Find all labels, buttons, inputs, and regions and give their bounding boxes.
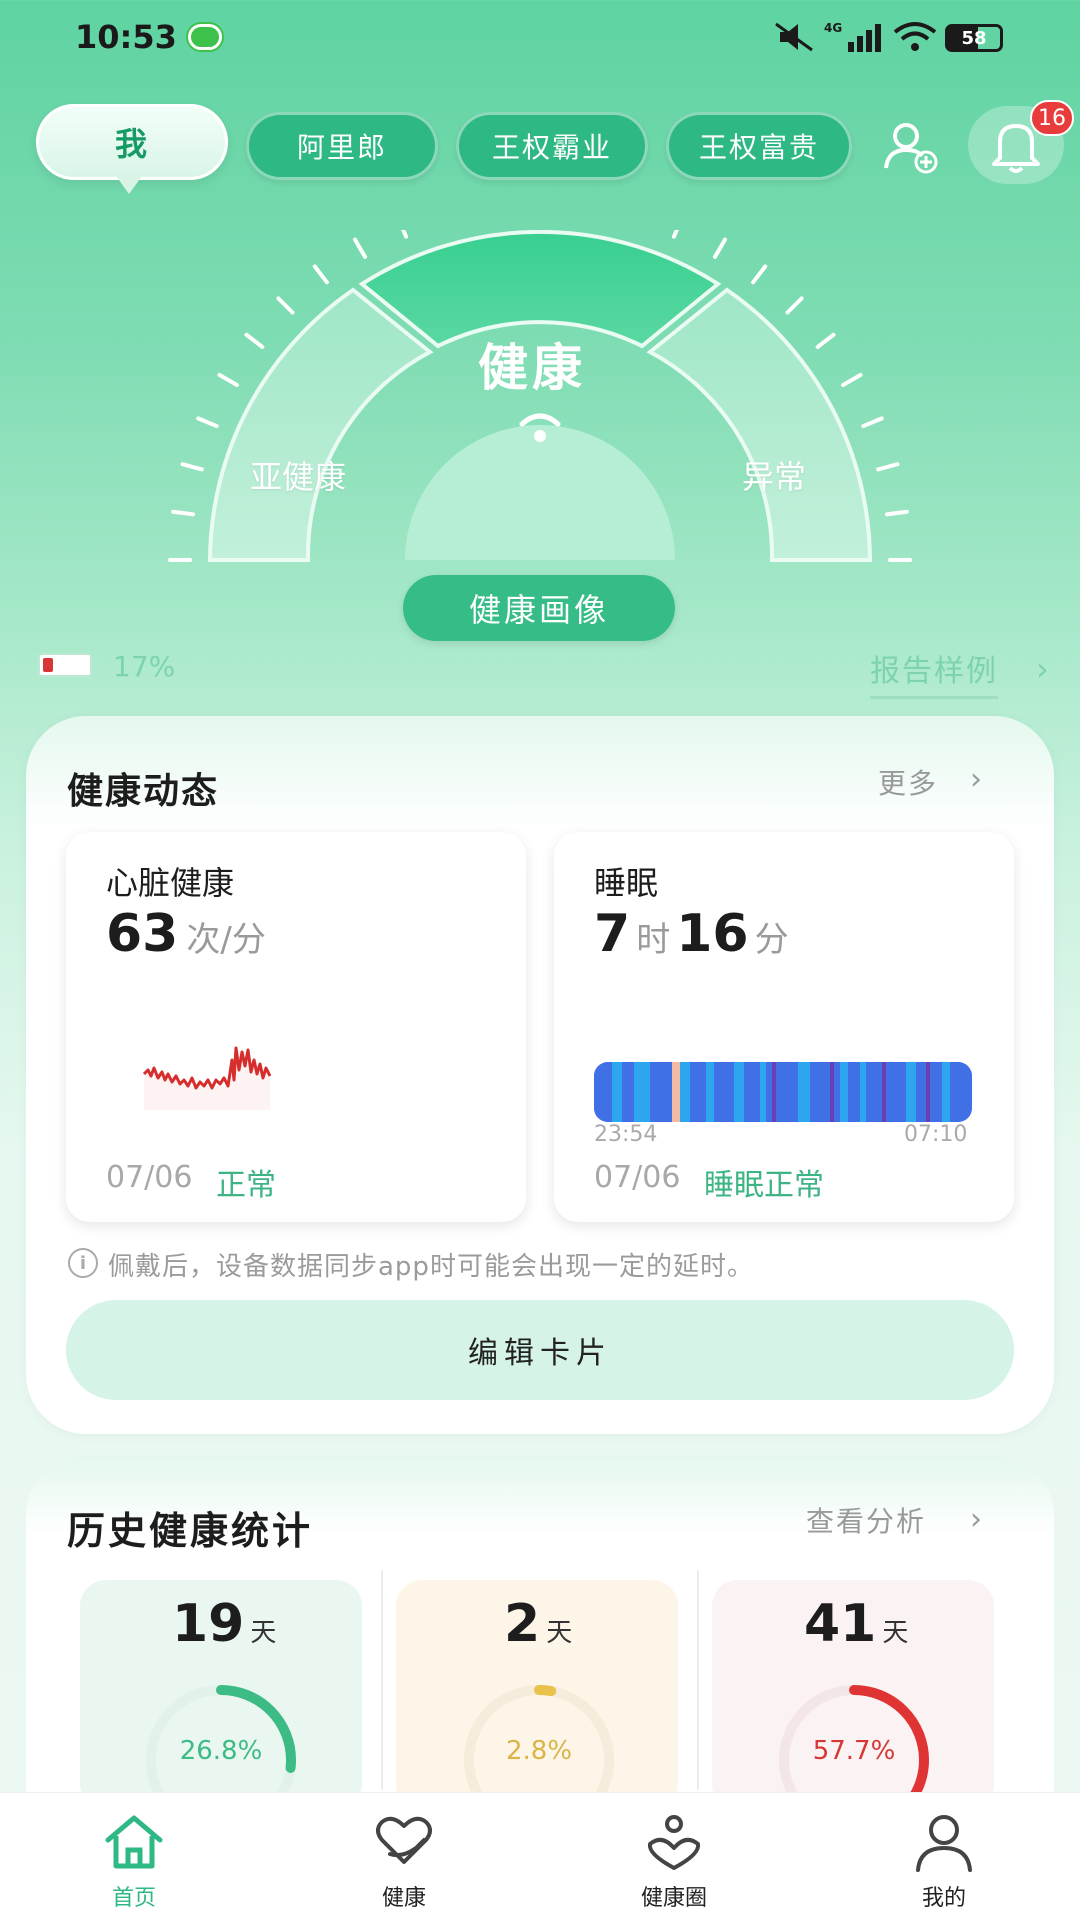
nav-health-circle-label: 健康圈 xyxy=(640,1886,707,1911)
nav-mine[interactable]: 我的 xyxy=(864,1800,1024,1912)
gauge-tick xyxy=(671,230,679,239)
sleep-card-status: 睡眠正常 xyxy=(704,1168,824,1203)
add-family-member-icon[interactable] xyxy=(880,116,942,178)
sleep-hours-unit: 时 xyxy=(636,920,671,960)
info-icon: i xyxy=(68,1248,98,1278)
gauge-tick xyxy=(815,332,836,349)
gauge-tick xyxy=(196,416,219,429)
stat-abnormal-days: 41 天 xyxy=(804,1594,909,1654)
heart-hand-icon xyxy=(376,1816,432,1864)
device-battery-percent: 17% xyxy=(113,650,176,683)
health-dynamics-more-link[interactable]: 更多 xyxy=(878,762,938,802)
gauge-tick xyxy=(841,373,863,387)
nav-health[interactable]: 健康 xyxy=(324,1800,484,1912)
gauge-tick xyxy=(713,237,727,259)
wifi-icon xyxy=(893,20,937,54)
heart-people-icon xyxy=(647,1815,701,1870)
mute-icon xyxy=(772,20,816,54)
tab-wangquan-baye[interactable]: 王权霸业 xyxy=(456,112,648,180)
gauge-tick xyxy=(885,509,909,517)
view-analysis-link[interactable]: 查看分析 xyxy=(806,1500,926,1540)
health-dynamics-title: 健康动态 xyxy=(67,771,220,812)
gauge-tick xyxy=(785,296,804,315)
gauge-tick xyxy=(276,296,295,315)
nav-mine-label: 我的 xyxy=(921,1886,966,1911)
health-portrait-button[interactable]: 健康画像 xyxy=(403,575,675,641)
gauge-tick xyxy=(751,264,768,285)
heart-rate-sparkline xyxy=(142,1046,272,1110)
nav-health-label: 健康 xyxy=(381,1886,426,1911)
heart-rate-number: 63 xyxy=(106,904,179,964)
heart-card-title: 心脏健康 xyxy=(106,864,235,902)
stat-subhealthy-days: 2天 xyxy=(504,1594,573,1654)
notification-badge: 16 xyxy=(1030,100,1074,136)
divider xyxy=(381,1570,383,1790)
device-battery-icon xyxy=(38,653,92,677)
divider xyxy=(697,1570,699,1790)
heart-rate-value: 63 次/分 xyxy=(106,904,266,964)
tab-alilang[interactable]: 阿里郎 xyxy=(246,112,438,180)
history-stats-title: 历史健康统计 xyxy=(67,1509,314,1553)
gauge-tick xyxy=(861,416,884,429)
chevron-right-icon[interactable]: › xyxy=(970,762,982,797)
sleep-card-date: 07/06 xyxy=(594,1160,681,1195)
heart-card-status: 正常 xyxy=(216,1168,276,1203)
sleep-duration-value: 7 时 16 分 xyxy=(594,904,789,964)
health-gauge xyxy=(168,230,912,562)
sleep-stage-bar xyxy=(594,1062,972,1122)
cellular-signal-icon: 4G xyxy=(822,20,884,54)
heart-rate-unit: 次/分 xyxy=(186,920,266,960)
report-sample-link[interactable]: 报告样例 xyxy=(870,646,998,699)
user-icon xyxy=(916,1815,972,1872)
tab-wangquan-fugui[interactable]: 王权富贵 xyxy=(666,112,852,180)
svg-text:4G: 4G xyxy=(824,21,842,35)
stat-abnormal-percent: 57.7% xyxy=(812,1736,896,1766)
gauge-tick xyxy=(171,509,195,517)
stat-healthy-days: 19 天 xyxy=(172,1594,277,1654)
gauge-label-abnormal: 异常 xyxy=(742,458,807,496)
battery-status-icon: 58 xyxy=(945,24,1003,52)
gauge-tick xyxy=(180,462,204,472)
sleep-start-time: 23:54 xyxy=(594,1122,658,1147)
sleep-card-title: 睡眠 xyxy=(594,864,659,902)
tab-me[interactable]: 我 xyxy=(36,104,228,180)
gauge-tick xyxy=(353,237,367,259)
stat-subhealthy-percent: 2.8% xyxy=(505,1736,573,1766)
message-notification-icon xyxy=(188,24,222,50)
gauge-tick xyxy=(312,264,329,285)
nav-home[interactable]: 首页 xyxy=(54,1800,214,1912)
gauge-tick xyxy=(876,462,900,472)
sleep-minutes-unit: 分 xyxy=(754,920,789,960)
stat-healthy-percent: 26.8% xyxy=(179,1736,263,1766)
chevron-right-icon[interactable]: › xyxy=(1036,650,1049,688)
sync-delay-notice: 佩戴后，设备数据同步app时可能会出现一定的延时。 xyxy=(108,1252,754,1282)
gauge-tick xyxy=(401,230,409,239)
gauge-label-subhealthy: 亚健康 xyxy=(250,458,347,496)
gauge-tick xyxy=(244,332,265,349)
home-icon xyxy=(105,1815,163,1869)
heart-card-date: 07/06 xyxy=(106,1160,193,1195)
sleep-hours: 7 xyxy=(594,904,631,964)
nav-health-circle[interactable]: 健康圈 xyxy=(594,1800,754,1912)
gauge-label-healthy: 健康 xyxy=(478,339,586,397)
sleep-minutes: 16 xyxy=(676,904,749,964)
nav-home-label: 首页 xyxy=(111,1886,156,1911)
status-time: 10:53 xyxy=(75,18,177,56)
tab-me-pointer xyxy=(116,176,142,194)
gauge-tick xyxy=(217,373,239,387)
chevron-right-icon[interactable]: › xyxy=(970,1502,982,1537)
edit-cards-button[interactable]: 编辑卡片 xyxy=(66,1300,1014,1400)
sleep-end-time: 07:10 xyxy=(904,1122,968,1147)
